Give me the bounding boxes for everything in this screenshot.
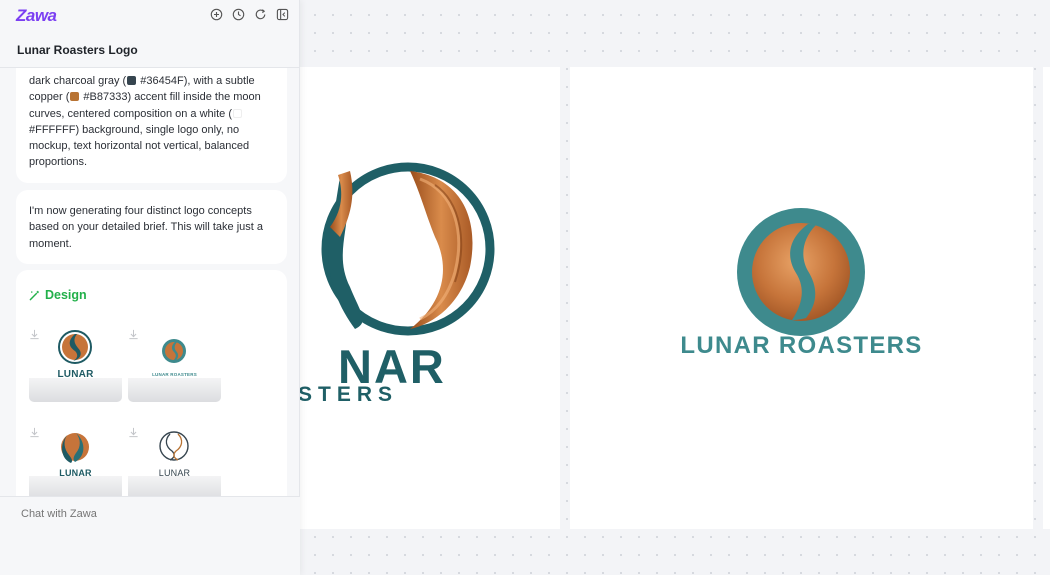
history-icon[interactable] (232, 8, 245, 21)
white-swatch (233, 108, 242, 118)
chat-composer (0, 496, 300, 575)
logo-1-subtitle: STERS (300, 383, 399, 406)
charcoal-swatch (127, 76, 137, 85)
status-message: I'm now generating four distinct logo co… (16, 190, 287, 264)
logo-thumbnail-2[interactable]: LUNAR ROASTERS (128, 329, 221, 402)
project-title: Lunar Roasters Logo (17, 43, 138, 57)
design-canvas[interactable]: NAR STERS LUNAR ROASTERS (300, 0, 1050, 575)
copper-hex: #B87333 (83, 91, 128, 104)
artboard-logo-2[interactable]: LUNAR ROASTERS (570, 67, 1033, 529)
thumbnail-3-footer (29, 476, 122, 496)
design-header: Design (29, 287, 274, 303)
brief-message: dark charcoal gray ( #36454F), with a su… (16, 68, 287, 183)
design-result-card: Design LUNAR ROASTERS (16, 270, 287, 496)
design-label: Design (45, 288, 87, 302)
logo-2-mark (737, 208, 865, 336)
white-hex: #FFFFFF (29, 123, 76, 136)
download-icon[interactable] (128, 427, 139, 438)
thumbnail-2-footer (128, 378, 221, 402)
refresh-icon[interactable] (254, 8, 267, 21)
copper-swatch (70, 92, 80, 102)
brief-text: copper ( (29, 91, 70, 104)
logo-thumbnail-1[interactable]: LUNAR ROASTERS (29, 329, 122, 402)
message-list[interactable]: dark charcoal gray ( #36454F), with a su… (0, 68, 300, 496)
chat-input[interactable] (21, 508, 271, 520)
collapse-panel-icon[interactable] (276, 8, 289, 21)
magic-wand-icon (29, 290, 39, 300)
logo-thumbnail-3[interactable]: LUNAR ROASTERS (29, 427, 122, 496)
thumbnail-1-footer (29, 378, 122, 402)
thumbnail-4-footer (128, 476, 221, 496)
panel-header: Zawa Lunar Roasters Logo (0, 0, 299, 68)
chat-panel: Zawa Lunar Roasters Logo dark charcoal g… (0, 0, 300, 575)
artboard-logo-1[interactable]: NAR STERS (300, 67, 560, 529)
logo-1-mark (321, 162, 495, 336)
download-icon[interactable] (29, 329, 40, 340)
brief-text: dark charcoal gray ( (29, 75, 127, 87)
download-icon[interactable] (29, 427, 40, 438)
download-icon[interactable] (128, 329, 139, 340)
logo-2-wordmark: LUNAR ROASTERS (680, 332, 923, 359)
header-toolbar (210, 8, 289, 21)
brief-text: ), with a subtle (183, 75, 255, 87)
brand-logo[interactable]: Zawa (16, 6, 57, 26)
artboard-logo-3[interactable] (1043, 67, 1050, 529)
new-chat-icon[interactable] (210, 8, 223, 21)
logo-thumbnail-4[interactable]: LUNAR ROASTERS (128, 427, 221, 496)
charcoal-hex: #36454F (140, 75, 184, 87)
